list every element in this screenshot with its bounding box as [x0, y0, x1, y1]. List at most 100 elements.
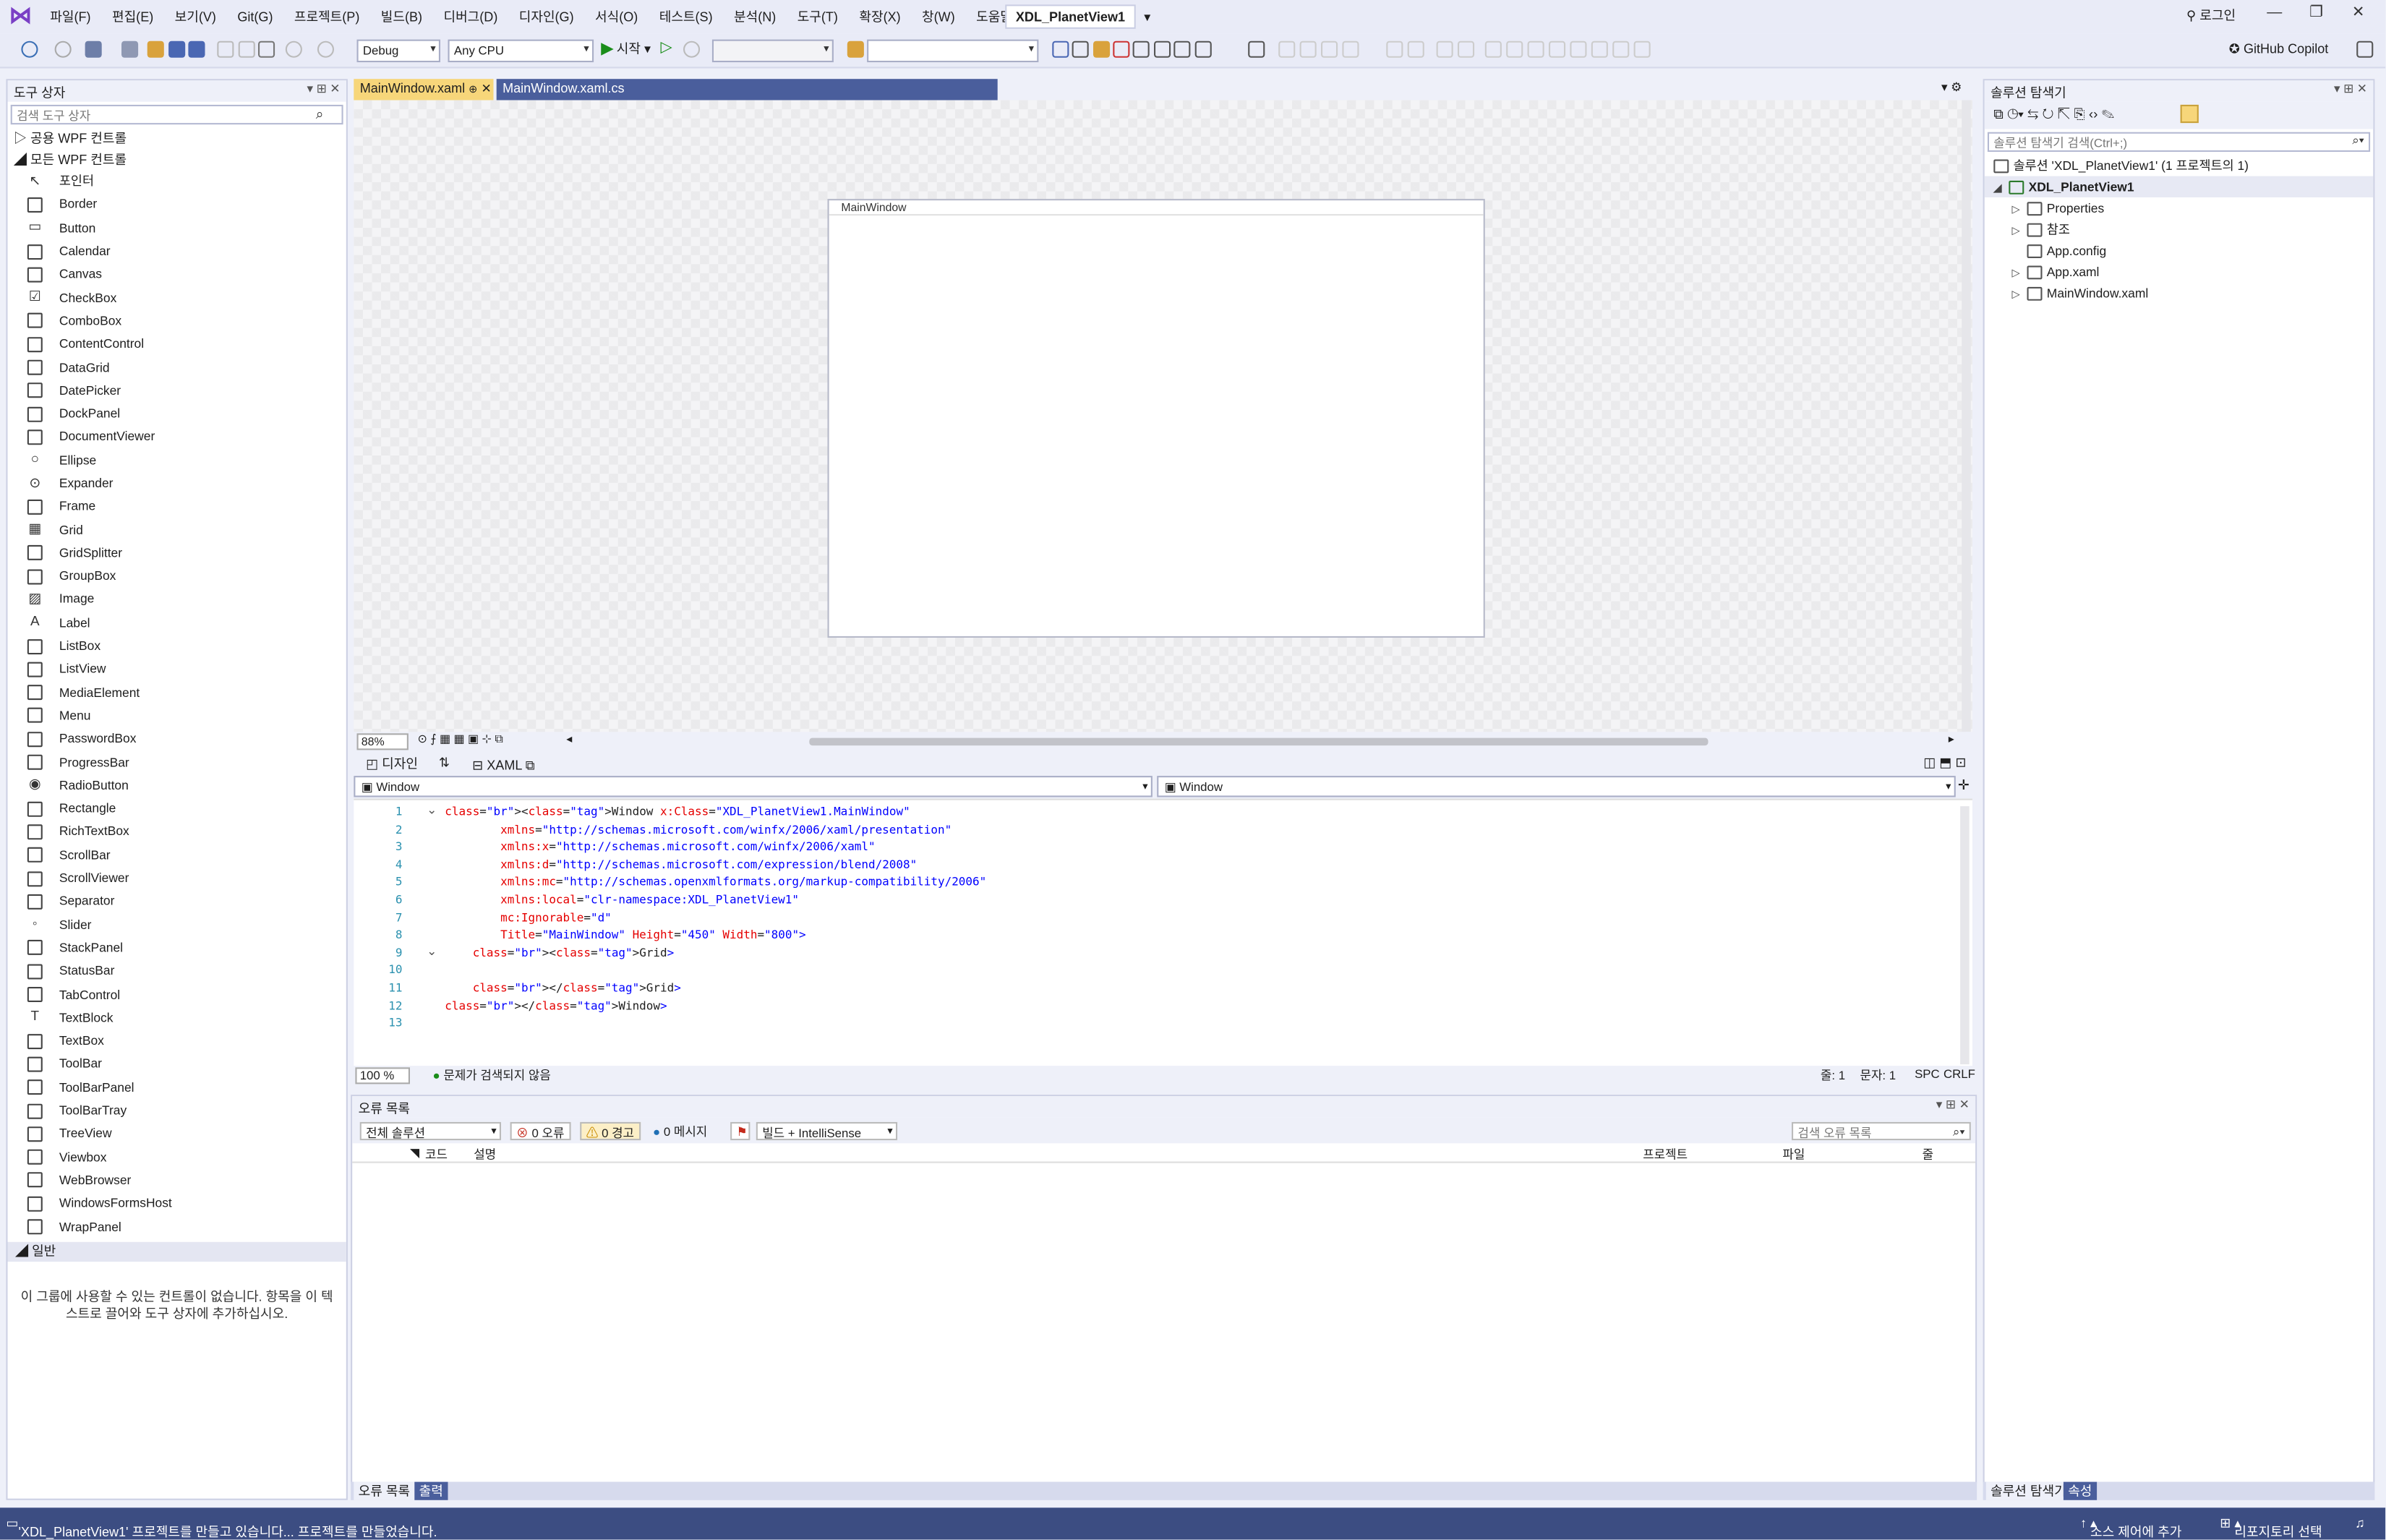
solution-node-2[interactable]: App.config	[1985, 240, 2374, 261]
filter-icon[interactable]: ⚑	[730, 1121, 751, 1141]
toolbox-item-documentviewer[interactable]: DocumentViewer	[8, 426, 346, 449]
clear-bookmarks-icon[interactable]	[1591, 40, 1608, 58]
code-line[interactable]: mc:Ignorable="d"	[445, 910, 612, 924]
col-file[interactable]: 파일	[1782, 1146, 1805, 1163]
solution-window-controls[interactable]: ▾ ⊞ ✕	[2334, 82, 2367, 95]
toolbox-item-grid[interactable]: ▦ Grid	[8, 518, 346, 542]
toolbox-item-webbrowser[interactable]: WebBrowser	[8, 1169, 346, 1192]
toolbox-item-calendar[interactable]: Calendar	[8, 240, 346, 263]
close-icon[interactable]: ✕	[2352, 4, 2365, 21]
customize-icon[interactable]	[1248, 40, 1265, 58]
save-all-icon[interactable]	[188, 40, 205, 58]
toolbox-item-combobox[interactable]: ComboBox	[8, 309, 346, 333]
col-line[interactable]: 줄	[1923, 1146, 1933, 1163]
back-icon[interactable]	[21, 40, 38, 58]
menu-item-8[interactable]: 서식(O)	[584, 8, 649, 26]
new-item-icon[interactable]	[121, 40, 139, 58]
toolbox-item-groupbox[interactable]: GroupBox	[8, 565, 346, 588]
no-issues-indicator[interactable]: ● 문제가 검색되지 않음	[433, 1067, 551, 1084]
toolbox-item-label[interactable]: A Label	[8, 612, 346, 635]
toolbox-item-scrollviewer[interactable]: ScrollViewer	[8, 867, 346, 890]
windows-icon[interactable]	[1194, 40, 1212, 58]
indent-icon[interactable]	[1386, 40, 1403, 58]
toolbox-item-viewbox[interactable]: Viewbox	[8, 1145, 346, 1168]
tab-overflow-icon[interactable]: ▾ ⚙	[1941, 80, 1962, 94]
configuration-combo[interactable]: Debug	[356, 39, 440, 63]
format-icon-2[interactable]	[1299, 40, 1317, 58]
code-vertical-scrollbar[interactable]	[1960, 806, 1970, 1065]
project-node[interactable]: ◢ XDL_PlanetView1	[1984, 176, 2374, 197]
menu-item-6[interactable]: 디버그(D)	[433, 8, 508, 26]
toolbox-item-rectangle[interactable]: Rectangle	[8, 797, 346, 821]
toolbox-item-richtextbox[interactable]: RichTextBox	[8, 821, 346, 844]
col-code[interactable]: 코드	[425, 1146, 448, 1163]
redo-icon[interactable]	[317, 40, 334, 58]
tab-close-icon[interactable]: ✕	[482, 82, 492, 95]
toolbox-item-textbox[interactable]: TextBox	[8, 1030, 346, 1053]
save-icon[interactable]	[168, 40, 186, 58]
menu-item-11[interactable]: 도구(T)	[787, 8, 849, 26]
toolbox-item-scrollbar[interactable]: ScrollBar	[8, 844, 346, 867]
bookmark-next-folder-icon[interactable]	[1570, 40, 1587, 58]
toolbox-window-controls[interactable]: ▾ ⊞ ✕	[307, 82, 340, 95]
find-combo[interactable]	[867, 39, 1039, 63]
scroll-left-icon[interactable]: ◂	[566, 732, 572, 745]
toggle-bookmark-icon[interactable]	[1633, 40, 1651, 58]
login-button[interactable]: ⚲ 로그인	[2186, 6, 2236, 24]
member-combo[interactable]: ▣ Window ▾	[1157, 776, 1956, 797]
toolbox-item-toolbarpanel[interactable]: ToolBarPanel	[8, 1076, 346, 1099]
menu-item-0[interactable]: 파일(F)	[40, 8, 102, 26]
type-combo[interactable]: ▣ Window ▾	[354, 776, 1153, 797]
toolbox-item-progressbar[interactable]: ProgressBar	[8, 750, 346, 774]
solution-node-4[interactable]: ▷ MainWindow.xaml	[1985, 283, 2374, 304]
tools-icon[interactable]	[1132, 40, 1150, 58]
line-ending-indicator[interactable]: CRLF	[1944, 1067, 1975, 1081]
menu-item-5[interactable]: 빌드(B)	[370, 8, 433, 26]
toolbox-item-radiobutton[interactable]: ◉ RadioButton	[8, 774, 346, 797]
toolbox-item-datagrid[interactable]: DataGrid	[8, 356, 346, 379]
solution-node-3[interactable]: ▷ App.xaml	[1985, 261, 2374, 282]
github-copilot-button[interactable]: ✪ GitHub Copilot	[2229, 41, 2329, 58]
design-tab[interactable]: ◰ 디자인	[366, 755, 418, 773]
menu-item-12[interactable]: 확장(X)	[849, 8, 912, 26]
toolbox-item-separator[interactable]: Separator	[8, 890, 346, 913]
format-icon-4[interactable]	[1342, 40, 1359, 58]
toolbox-group-general[interactable]: ◢ 일반	[7, 1241, 346, 1262]
xaml-tab[interactable]: ⊟ XAML ⧉	[472, 758, 535, 774]
feedback-icon[interactable]	[2356, 40, 2374, 58]
code-line[interactable]: class="br"><class="tag">Grid>	[445, 946, 675, 959]
code-line[interactable]: xmlns:mc="http://schemas.openxmlformats.…	[445, 875, 986, 889]
format-icon-3[interactable]	[1320, 40, 1338, 58]
code-line[interactable]: class="br"></class="tag">Grid>	[445, 981, 681, 995]
designer-horizontal-scrollbar[interactable]	[809, 737, 1709, 746]
bookmark-icon[interactable]	[1484, 40, 1502, 58]
menu-item-7[interactable]: 디자인(G)	[508, 8, 584, 26]
undo-icon[interactable]	[285, 40, 302, 58]
open-folder-icon[interactable]	[147, 40, 164, 58]
menu-item-4[interactable]: 프로젝트(P)	[283, 8, 370, 26]
whitespace-indicator[interactable]: SPC	[1915, 1067, 1940, 1081]
toolbox-group-common[interactable]: ▷ 공용 WPF 컨트롤	[8, 127, 346, 148]
startup-item-combo[interactable]	[711, 39, 834, 63]
add-split-icon[interactable]: ✛	[1958, 777, 1970, 794]
code-line[interactable]: class="br"></class="tag">Window>	[445, 998, 667, 1012]
toolbox-item-frame[interactable]: Frame	[8, 495, 346, 518]
menu-item-10[interactable]: 분석(N)	[723, 8, 787, 26]
code-line[interactable]: xmlns="http://schemas.microsoft.com/winf…	[445, 822, 952, 836]
toolbox-item-button[interactable]: ▭ Button	[8, 216, 346, 239]
notifications-icon[interactable]: ♫	[2355, 1515, 2365, 1531]
preview-selected-icon[interactable]	[2180, 104, 2199, 124]
toolbox-item-checkbox[interactable]: ☑ CheckBox	[8, 286, 346, 309]
source-control-button[interactable]: ↑ 소스 제어에 추가 ▴	[2080, 1515, 2181, 1540]
errors-filter-button[interactable]: ⊗ 0 오류	[510, 1121, 570, 1141]
build-filter-combo[interactable]: 빌드 + IntelliSense ▾	[756, 1121, 898, 1141]
code-line[interactable]: xmlns:local="clr-namespace:XDL_PlanetVie…	[445, 893, 799, 907]
designer-toggle-icon[interactable]	[1052, 40, 1069, 58]
tab-error-list[interactable]: 오류 목록	[354, 1481, 415, 1500]
toolbox-item-canvas[interactable]: Canvas	[8, 263, 346, 286]
solution-root-node[interactable]: 솔루션 'XDL_PlanetView1' (1 프로젝트의 1)	[1985, 155, 2374, 176]
toolbox-item-windowsformshost[interactable]: WindowsFormsHost	[8, 1192, 346, 1215]
toolbox-item-toolbartray[interactable]: ToolBarTray	[8, 1099, 346, 1122]
hot-reload-icon[interactable]	[683, 40, 701, 58]
solution-search-input[interactable]: 솔루션 탐색기 검색(Ctrl+;) ⌕▾	[1987, 132, 2371, 152]
